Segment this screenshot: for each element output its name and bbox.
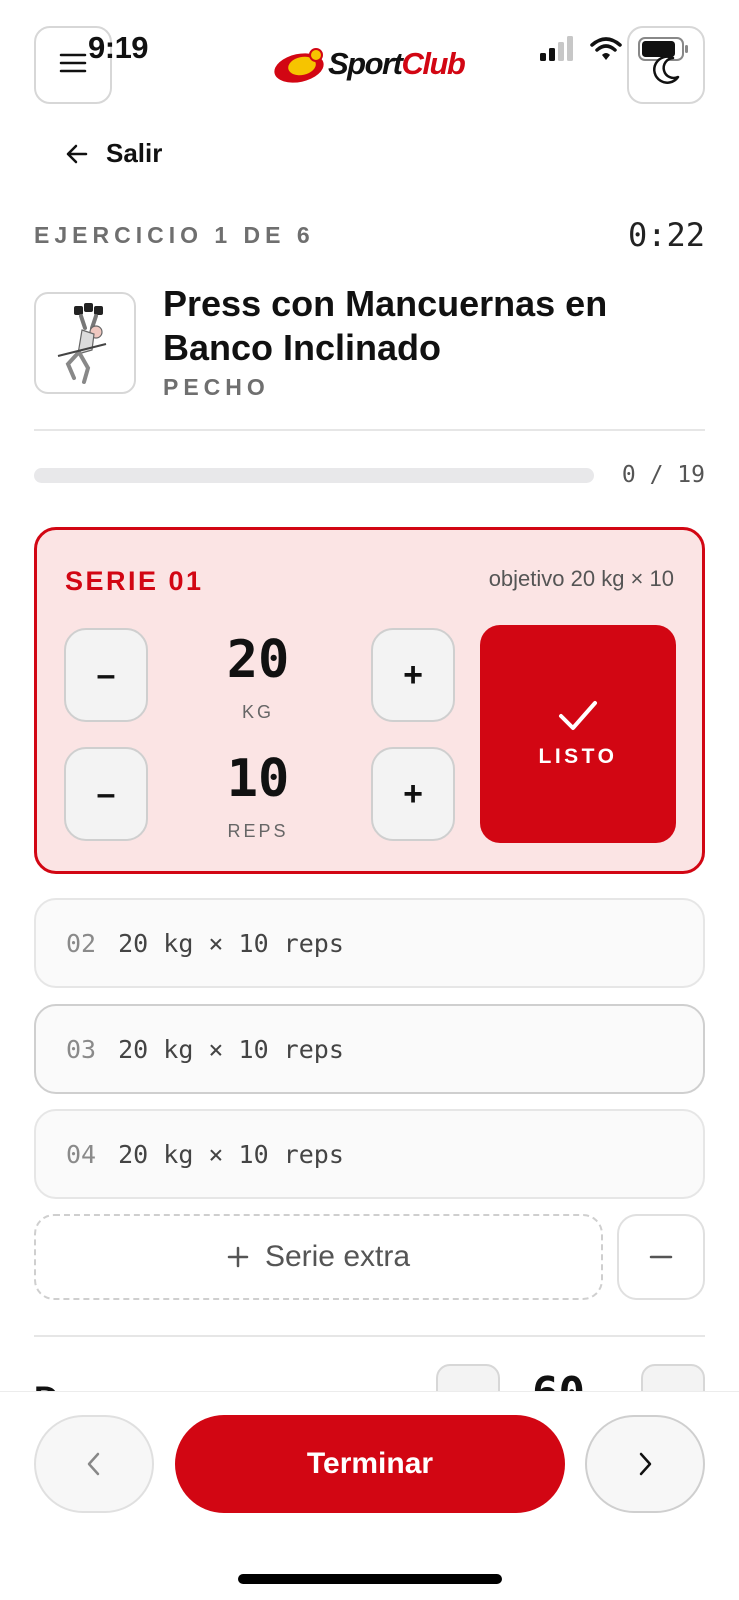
- set-number: 02: [66, 928, 97, 958]
- signal-icon: [540, 36, 573, 61]
- reps-increase-button[interactable]: +: [371, 747, 455, 841]
- home-indicator: [238, 1574, 502, 1584]
- workout-timer: 0:22: [627, 216, 705, 254]
- muscle-group: PECHO: [163, 374, 270, 400]
- back-button[interactable]: Salir: [64, 138, 162, 169]
- set-number: 03: [66, 1034, 97, 1064]
- previous-exercise-button[interactable]: [34, 1415, 154, 1513]
- back-label: Salir: [106, 138, 163, 168]
- set-number: 04: [66, 1139, 97, 1169]
- progress-bar: [34, 468, 594, 483]
- set-title: SERIE 01: [65, 566, 204, 596]
- divider: [34, 429, 705, 431]
- set-row[interactable]: 02 20 kg × 10 reps: [34, 898, 705, 988]
- done-button[interactable]: LISTO: [480, 625, 676, 843]
- weight-increase-button[interactable]: +: [371, 628, 455, 722]
- next-exercise-button[interactable]: [585, 1415, 705, 1513]
- weight-value: 20: [226, 630, 290, 690]
- divider: [34, 1335, 705, 1337]
- plus-icon: [227, 1246, 249, 1268]
- check-icon: [559, 701, 597, 730]
- reps-value: 10: [226, 749, 290, 809]
- reps-decrease-button[interactable]: –: [64, 747, 148, 841]
- remove-set-button[interactable]: [617, 1214, 705, 1300]
- exercise-title: Press con Mancuernas en Banco Inclinado: [163, 283, 608, 368]
- set-summary: 20 kg × 10 reps: [118, 928, 344, 958]
- set-summary: 20 kg × 10 reps: [118, 1139, 344, 1169]
- current-set-card: SERIE 01 objetivo 20 kg × 10 – 20 KG + –…: [34, 527, 705, 874]
- set-goal: objetivo 20 kg × 10: [488, 566, 674, 591]
- weight-unit: KG: [241, 702, 274, 722]
- chevron-right-icon: [639, 1452, 652, 1476]
- wifi-icon: [590, 37, 622, 60]
- theme-toggle-button[interactable]: [627, 26, 705, 104]
- minus-icon: [649, 1255, 673, 1259]
- exercise-counter: EJERCICIO 1 DE 6: [34, 222, 315, 248]
- status-time: 9:19: [88, 30, 149, 65]
- set-row[interactable]: 04 20 kg × 10 reps: [34, 1109, 705, 1199]
- chevron-left-icon: [87, 1452, 100, 1476]
- arrow-left-icon: [66, 144, 88, 163]
- extra-set-label: Serie extra: [264, 1240, 411, 1273]
- reps-unit: REPS: [227, 821, 289, 841]
- moon-icon: [653, 55, 680, 84]
- progress-label: 0 / 19: [621, 462, 705, 488]
- exercise-figure-icon: [57, 303, 107, 384]
- exercise-thumbnail: [34, 292, 136, 394]
- sportclub-logo: SportClub: [272, 44, 468, 86]
- done-label: LISTO: [538, 745, 618, 768]
- finish-workout-button[interactable]: Terminar: [175, 1415, 565, 1513]
- weight-decrease-button[interactable]: –: [64, 628, 148, 722]
- set-summary: 20 kg × 10 reps: [118, 1034, 344, 1064]
- add-extra-set-button[interactable]: Serie extra: [34, 1214, 603, 1300]
- set-row[interactable]: 03 20 kg × 10 reps: [34, 1004, 705, 1094]
